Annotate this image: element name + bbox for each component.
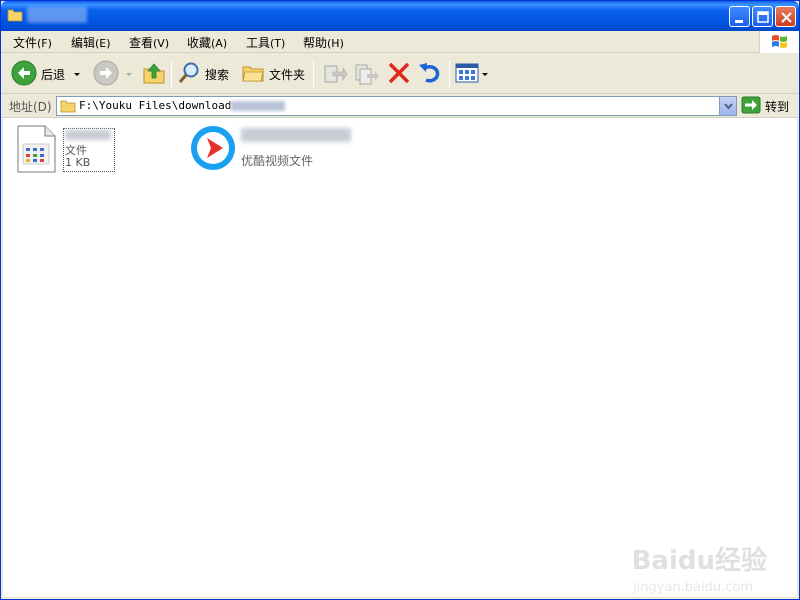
menu-tools[interactable]: 工具(T) — [246, 34, 285, 51]
go-label: 转到 — [765, 99, 790, 114]
folder-icon — [60, 98, 76, 117]
menu-view[interactable]: 查看(V) — [129, 34, 169, 51]
views-grid-icon — [455, 61, 481, 88]
youku-video-icon — [189, 122, 237, 175]
chevron-down-icon — [482, 73, 488, 76]
views-button[interactable] — [455, 60, 489, 88]
up-folder-icon — [141, 60, 167, 89]
address-input[interactable]: F:\Youku Files\download — [56, 96, 737, 116]
address-label: 地址(D) — [9, 100, 52, 114]
file-item[interactable]: 文件 1 KB — [15, 124, 125, 176]
undo-icon — [417, 60, 443, 89]
explorer-window: 文件(F) 编辑(E) 查看(V) 收藏(A) 工具(T) 帮助(H) 后退 搜… — [0, 0, 800, 600]
back-arrow-icon — [11, 60, 37, 89]
go-button[interactable]: 转到 — [741, 96, 795, 116]
toolbar: 后退 搜索 文件夹 — [1, 54, 799, 94]
address-path: F:\Youku Files\download — [79, 99, 232, 112]
copy-to-button[interactable] — [353, 60, 379, 88]
title-bar[interactable] — [1, 1, 799, 31]
file-size: 1 KB — [65, 156, 91, 169]
file-type: 优酷视频文件 — [241, 154, 314, 168]
go-arrow-icon — [741, 96, 761, 117]
back-dropdown-button[interactable] — [73, 60, 81, 88]
toolbar-separator — [313, 60, 314, 88]
forward-dropdown-button[interactable] — [125, 60, 133, 88]
forward-arrow-icon — [93, 60, 119, 89]
close-button[interactable] — [775, 6, 796, 27]
menu-bar: 文件(F) 编辑(E) 查看(V) 收藏(A) 工具(T) 帮助(H) — [1, 31, 799, 53]
maximize-button[interactable] — [752, 6, 773, 27]
menu-help[interactable]: 帮助(H) — [303, 34, 344, 51]
file-item[interactable]: 优酷视频文件 — [189, 122, 359, 174]
address-path-redacted — [231, 101, 286, 111]
move-to-icon — [321, 60, 348, 89]
delete-x-icon — [387, 61, 411, 88]
folders-button[interactable]: 文件夹 — [241, 60, 305, 88]
folders-icon — [241, 61, 265, 88]
address-bar: 地址(D) F:\Youku Files\download 转到 — [1, 94, 799, 118]
file-name-redacted — [241, 128, 351, 142]
search-icon — [177, 61, 201, 88]
file-name-redacted — [65, 130, 111, 140]
folder-icon — [7, 8, 23, 22]
toolbar-separator — [449, 60, 450, 88]
up-folder-button[interactable] — [141, 60, 167, 88]
undo-button[interactable] — [417, 60, 443, 88]
windows-logo-icon — [759, 31, 799, 53]
toolbar-separator — [171, 60, 172, 88]
menu-favorites[interactable]: 收藏(A) — [187, 34, 227, 51]
menu-file[interactable]: 文件(F) — [13, 34, 52, 51]
copy-to-icon — [353, 60, 379, 89]
move-to-button[interactable] — [321, 60, 348, 89]
forward-button[interactable] — [93, 60, 119, 88]
baidu-watermark: Baidu经验 — [631, 546, 767, 576]
minimize-button[interactable] — [729, 6, 750, 27]
address-dropdown-button[interactable] — [719, 97, 736, 115]
back-button[interactable]: 后退 — [11, 60, 65, 88]
window-title-redacted — [27, 7, 87, 23]
search-label: 搜索 — [205, 67, 230, 82]
generic-file-icon — [15, 124, 57, 177]
baidu-watermark-url: jingyan.baidu.com — [633, 580, 753, 595]
folders-label: 文件夹 — [269, 67, 306, 82]
back-label: 后退 — [41, 67, 66, 82]
delete-button[interactable] — [387, 60, 411, 88]
menu-edit[interactable]: 编辑(E) — [71, 34, 111, 51]
file-list-area[interactable]: 文件 1 KB 优酷视频文件 Baidu经验 jingyan.baidu.com — [3, 118, 797, 597]
chevron-down-icon — [724, 103, 733, 110]
search-button[interactable]: 搜索 — [177, 60, 229, 88]
